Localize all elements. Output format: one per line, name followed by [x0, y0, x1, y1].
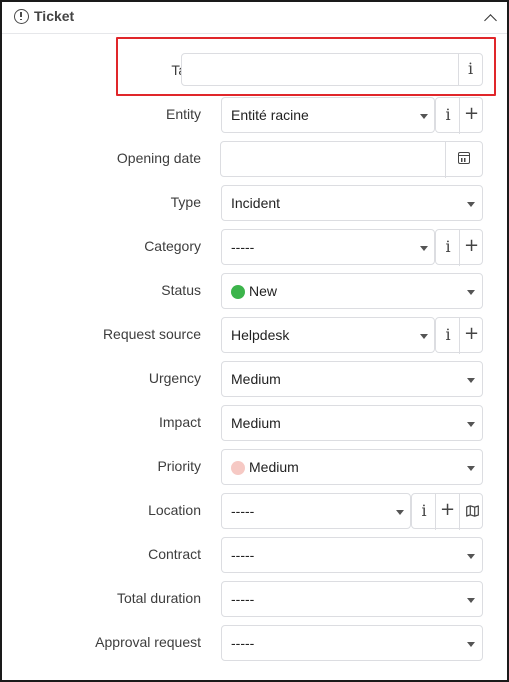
request-source-value: Helpdesk: [231, 327, 290, 343]
category-info-button[interactable]: i: [436, 230, 460, 266]
status-label: Status: [161, 282, 201, 298]
category-row: Category ----- i +: [2, 229, 507, 266]
entity-addons: i +: [435, 97, 483, 134]
entity-label: Entity: [165, 106, 201, 122]
status-row: Status New: [2, 273, 507, 309]
category-add-button[interactable]: +: [459, 230, 483, 266]
contract-label: Contract: [148, 546, 201, 562]
request-source-add-button[interactable]: +: [459, 318, 483, 354]
priority-label: Priority: [157, 458, 201, 474]
location-info-button[interactable]: i: [412, 494, 436, 530]
location-add-button[interactable]: +: [435, 494, 459, 530]
caret-down-icon: [467, 598, 475, 603]
contract-row: Contract -----: [2, 537, 507, 573]
calendar-icon: [458, 152, 470, 164]
caret-down-icon: [467, 422, 475, 427]
plus-icon: +: [463, 323, 480, 344]
type-label: Type: [170, 194, 201, 210]
panel-header[interactable]: Ticket: [2, 2, 507, 34]
caret-down-icon: [467, 466, 475, 471]
caret-down-icon: [467, 378, 475, 383]
type-row: Type Incident: [2, 185, 507, 221]
approval-request-select[interactable]: -----: [221, 625, 483, 661]
location-row: Location ----- i +: [2, 493, 507, 530]
urgency-select[interactable]: Medium: [221, 361, 483, 397]
plus-icon: +: [463, 103, 480, 124]
opening-date-label: Opening date: [116, 150, 201, 166]
location-addons: i +: [411, 493, 483, 530]
total-duration-row: Total duration -----: [2, 581, 507, 617]
info-icon: i: [445, 105, 451, 124]
category-select[interactable]: -----: [221, 229, 435, 265]
priority-dot-icon: [231, 461, 245, 475]
caret-down-icon: [420, 246, 428, 251]
info-icon: i: [421, 501, 427, 520]
opening-date-input[interactable]: [220, 141, 483, 178]
urgency-value: Medium: [231, 371, 281, 387]
approval-request-row: Approval request -----: [2, 625, 507, 661]
total-duration-value: -----: [231, 591, 255, 607]
approval-request-value: -----: [231, 635, 255, 651]
location-map-button[interactable]: [459, 494, 483, 530]
caret-down-icon: [467, 202, 475, 207]
status-select[interactable]: New: [221, 273, 483, 309]
location-value: -----: [231, 503, 255, 519]
location-label: Location: [148, 502, 201, 518]
impact-select[interactable]: Medium: [221, 405, 483, 441]
total-duration-label: Total duration: [116, 590, 201, 606]
impact-label: Impact: [158, 414, 201, 430]
approval-request-label: Approval request: [95, 634, 201, 650]
map-icon: [466, 505, 479, 517]
caret-down-icon: [467, 554, 475, 559]
chevron-up-icon[interactable]: [481, 8, 501, 28]
caret-down-icon: [467, 642, 475, 647]
priority-row: Priority Medium: [2, 449, 507, 485]
entity-row: Entity Entité racine i +: [2, 97, 507, 134]
calendar-button[interactable]: [445, 142, 482, 178]
ticket-panel: Ticket Tags i Entity Entité racine i +: [0, 0, 509, 682]
contract-value: -----: [231, 547, 255, 563]
request-source-select[interactable]: Helpdesk: [221, 317, 435, 353]
impact-row: Impact Medium: [2, 405, 507, 441]
highlight-box: [116, 37, 496, 96]
contract-select[interactable]: -----: [221, 537, 483, 573]
location-select[interactable]: -----: [221, 493, 411, 529]
caret-down-icon: [420, 114, 428, 119]
entity-value: Entité racine: [231, 107, 309, 123]
request-source-info-button[interactable]: i: [436, 318, 460, 354]
plus-icon: +: [463, 235, 480, 256]
request-source-label: Request source: [102, 326, 201, 342]
urgency-row: Urgency Medium: [2, 361, 507, 397]
entity-select[interactable]: Entité racine: [221, 97, 435, 133]
impact-value: Medium: [231, 415, 281, 431]
info-icon: i: [445, 237, 451, 256]
panel-title: Ticket: [34, 8, 75, 24]
category-addons: i +: [435, 229, 483, 266]
type-select[interactable]: Incident: [221, 185, 483, 221]
plus-icon: +: [439, 499, 456, 520]
info-icon: i: [445, 325, 451, 344]
status-value: New: [249, 283, 278, 299]
type-value: Incident: [231, 195, 281, 211]
opening-date-row: Opening date: [2, 141, 507, 178]
caret-down-icon: [420, 334, 428, 339]
total-duration-select[interactable]: -----: [221, 581, 483, 617]
caret-down-icon: [396, 510, 404, 515]
urgency-label: Urgency: [148, 370, 201, 386]
request-source-row: Request source Helpdesk i +: [2, 317, 507, 354]
entity-add-button[interactable]: +: [459, 98, 483, 134]
request-source-addons: i +: [435, 317, 483, 354]
category-label: Category: [144, 238, 201, 254]
priority-select[interactable]: Medium: [221, 449, 483, 485]
alert-circle-icon: [14, 9, 29, 24]
entity-info-button[interactable]: i: [436, 98, 460, 134]
caret-down-icon: [467, 290, 475, 295]
priority-value: Medium: [249, 459, 299, 475]
category-value: -----: [231, 239, 255, 255]
status-dot-icon: [231, 285, 245, 299]
